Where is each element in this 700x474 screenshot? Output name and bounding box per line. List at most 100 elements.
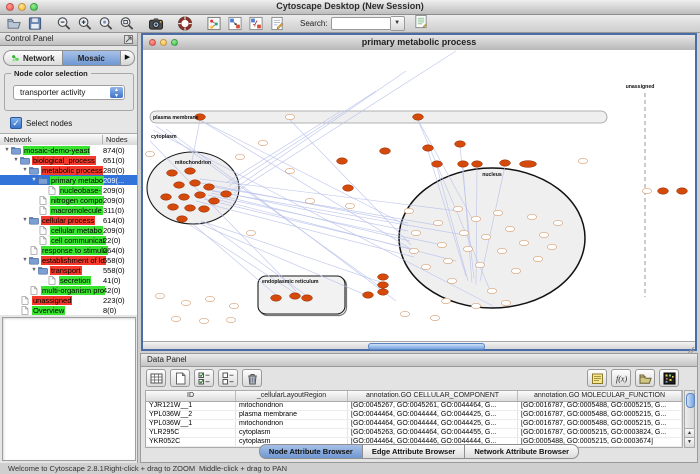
zoom-fit-icon[interactable] (119, 16, 135, 31)
scrollbar-thumb[interactable] (368, 343, 485, 350)
tree-row[interactable]: response to stimulu264(0) (0, 245, 137, 255)
network-node-outline[interactable] (226, 317, 235, 322)
network-node-outline[interactable] (475, 262, 484, 267)
zoom-out-icon[interactable] (56, 16, 72, 31)
network-node-outline[interactable] (471, 303, 480, 308)
column-header[interactable]: _cellularLayoutRegion (236, 391, 348, 401)
network-node-outline[interactable] (459, 230, 468, 235)
network-node-outline[interactable] (285, 168, 294, 173)
network-node-outline[interactable] (501, 300, 510, 305)
function-builder-icon[interactable]: f(x) (611, 369, 631, 387)
network-node[interactable] (185, 168, 196, 174)
network-node[interactable] (221, 191, 232, 197)
tree-row[interactable]: cell communicat22(0) (0, 235, 137, 245)
attribute-table-scrollbar[interactable]: ▲ ▼ (684, 390, 695, 448)
overview-icon[interactable] (206, 16, 222, 31)
network-node-outline[interactable] (553, 220, 562, 225)
network-canvas[interactable]: plasma membranecytoplasmmitochondrionnuc… (143, 50, 695, 341)
tree-row[interactable]: ▼primary metabo209(... (0, 175, 137, 185)
save-session-icon[interactable] (27, 16, 43, 31)
attribute-browser-tab[interactable]: Network Attribute Browser (465, 444, 579, 459)
network-node[interactable] (378, 289, 389, 295)
expand-triangle-icon[interactable]: ▼ (21, 167, 29, 173)
network-node-outline[interactable] (411, 230, 420, 235)
node-color-dropdown[interactable]: transporter activity ▲▼ (13, 85, 125, 100)
network-node[interactable] (209, 198, 220, 204)
network-node[interactable] (343, 185, 354, 191)
network-node[interactable] (204, 184, 215, 190)
link-nodes-alt-icon[interactable] (248, 16, 264, 31)
network-node[interactable] (190, 180, 201, 186)
network-node-outline[interactable] (155, 293, 164, 298)
tree-row[interactable]: ▼mosaic-demo-yeast874(0) (0, 145, 137, 155)
network-node[interactable] (378, 274, 389, 280)
network-node[interactable] (174, 182, 185, 188)
search-dropdown-button[interactable]: ▼ (391, 16, 405, 31)
tree-row[interactable]: secretion41(0) (0, 275, 137, 285)
birds-eye-view[interactable] (2, 317, 136, 461)
network-node-outline[interactable] (181, 300, 190, 305)
network-node[interactable] (413, 114, 424, 120)
data-panel-header[interactable]: Data Panel (141, 354, 697, 367)
network-node-outline[interactable] (578, 158, 587, 163)
network-node[interactable] (177, 216, 188, 222)
network-node-outline[interactable] (519, 240, 528, 245)
network-node[interactable] (179, 194, 190, 200)
network-node[interactable] (455, 141, 466, 147)
network-node-outline[interactable] (409, 248, 418, 253)
network-node-outline[interactable] (539, 232, 548, 237)
region-plasma-membrane[interactable] (150, 111, 607, 123)
attribute-browser-tab[interactable]: Node Attribute Browser (259, 444, 363, 459)
tab-mosaic[interactable]: Mosaic (62, 50, 122, 66)
network-node[interactable] (199, 206, 210, 212)
network-minimize-button[interactable] (160, 39, 167, 46)
network-node-outline[interactable] (285, 114, 294, 119)
tree-row[interactable]: ▼metabolic process280(0) (0, 165, 137, 175)
import-attributes-icon[interactable] (635, 369, 655, 387)
tree-column-network[interactable]: Network (4, 135, 32, 144)
network-node[interactable] (432, 161, 443, 167)
new-attribute-icon[interactable] (170, 369, 190, 387)
delete-attribute-icon[interactable] (242, 369, 262, 387)
network-node-outline[interactable] (511, 268, 520, 273)
network-close-button[interactable] (149, 39, 156, 46)
column-header[interactable]: annotation.GO CELLULAR_COMPONENT (348, 391, 518, 401)
attribute-browser-tab[interactable]: Edge Attribute Browser (363, 444, 465, 459)
select-attributes-icon[interactable] (194, 369, 214, 387)
tree-row[interactable]: unassigned223(0) (0, 295, 137, 305)
tree-row[interactable]: macromolecule311(0) (0, 205, 137, 215)
network-node-outline[interactable] (421, 264, 430, 269)
network-node-outline[interactable] (433, 220, 442, 225)
network-window-titlebar[interactable]: primary metabolic process (143, 35, 695, 51)
tree-row[interactable]: ▼establishment of lo558(0) (0, 255, 137, 265)
tree-row[interactable]: ▼biological_process651(0) (0, 155, 137, 165)
network-node-outline[interactable] (443, 258, 452, 263)
expand-triangle-icon[interactable]: ▼ (3, 147, 11, 153)
annotation-icon[interactable] (269, 16, 285, 31)
network-node[interactable] (167, 170, 178, 176)
snapshot-icon[interactable] (148, 16, 164, 31)
network-node[interactable] (363, 292, 374, 298)
network-node-outline[interactable] (404, 208, 413, 213)
region-nucleus[interactable] (399, 168, 585, 308)
network-node-outline[interactable] (199, 318, 208, 323)
tree-row[interactable]: ▼transport558(0) (0, 265, 137, 275)
table-row[interactable]: YPL036W__1mitochondrion[GO:0044464, GO:0… (146, 420, 682, 429)
link-nodes-icon[interactable] (227, 16, 243, 31)
expand-triangle-icon[interactable]: ▼ (21, 217, 29, 223)
expand-triangle-icon[interactable]: ▼ (30, 177, 38, 183)
network-node-outline[interactable] (547, 244, 556, 249)
network-node[interactable] (658, 188, 669, 194)
tab-overflow-button[interactable]: ▶ (121, 50, 135, 66)
network-node[interactable] (378, 282, 389, 288)
network-node-outline[interactable] (235, 154, 244, 159)
zoom-in-icon[interactable] (77, 16, 93, 31)
network-node-outline[interactable] (205, 296, 214, 301)
network-node-outline[interactable] (527, 214, 536, 219)
help-ring-icon[interactable] (177, 16, 193, 31)
network-node[interactable] (423, 145, 434, 151)
column-header[interactable]: annotation.GO MOLECULAR_FUNCTION (518, 391, 682, 401)
float-panel-icon[interactable] (124, 35, 133, 44)
network-node[interactable] (168, 204, 179, 210)
select-nodes-checkbox[interactable]: ✓ (10, 117, 22, 129)
